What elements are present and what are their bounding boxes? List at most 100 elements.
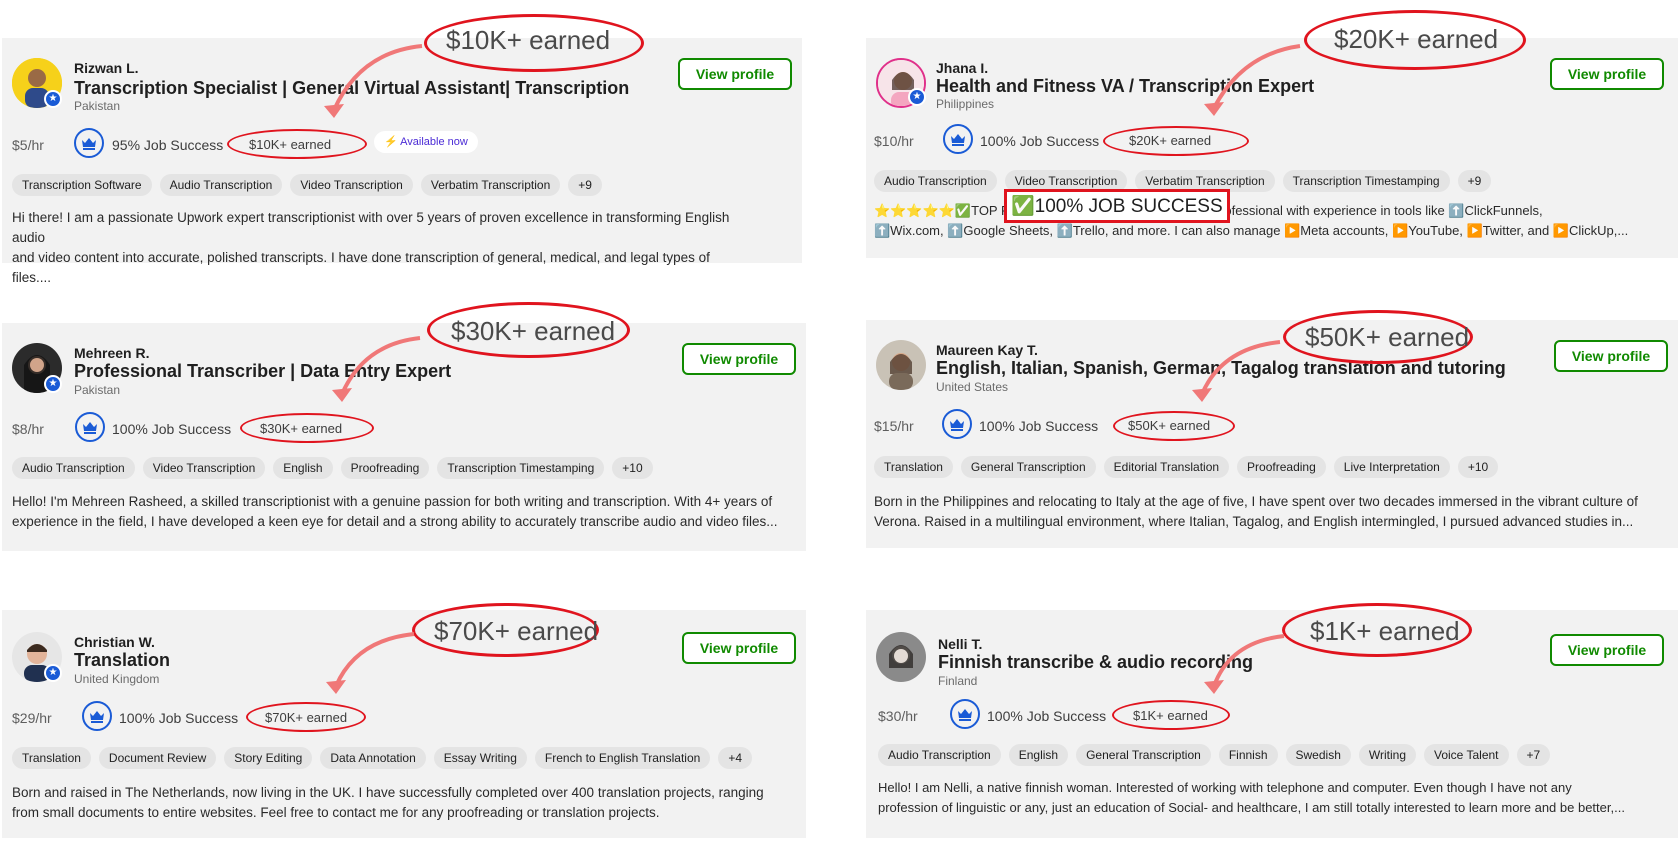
view-profile-button[interactable]: View profile: [1554, 340, 1668, 372]
skill-chip[interactable]: General Transcription: [960, 456, 1096, 478]
profile-description: Born and raised in The Netherlands, now …: [12, 783, 802, 823]
more-skills-chip[interactable]: +10: [1457, 456, 1499, 478]
star-badge-icon: ★: [44, 90, 62, 108]
skill-chip[interactable]: Transcription Software: [12, 174, 152, 196]
hourly-rate: $5/hr: [12, 137, 44, 153]
description-line: Verona. Raised in a multilingual environ…: [874, 514, 1634, 529]
curved-arrow-icon: [332, 336, 421, 402]
skill-chip[interactable]: Writing: [1358, 744, 1416, 766]
callout-text: $10K+ earned: [446, 25, 611, 55]
avatar[interactable]: [876, 632, 926, 682]
skill-chip[interactable]: Video Transcription: [142, 457, 266, 479]
more-skills-chip[interactable]: +7: [1516, 744, 1551, 766]
view-profile-button[interactable]: View profile: [678, 58, 792, 90]
freelancer-name[interactable]: Christian W.: [74, 634, 155, 650]
earned-highlight-ellipse: [1113, 411, 1235, 441]
star-badge-icon: ★: [44, 664, 62, 682]
job-success-ring: [74, 128, 104, 158]
freelancer-title[interactable]: Translation: [74, 650, 170, 671]
freelancer-name[interactable]: Mehreen R.: [74, 345, 149, 361]
skills-list: Translation Document Review Story Editin…: [12, 747, 752, 769]
job-success-ring: [82, 701, 112, 731]
more-skills-chip[interactable]: +10: [612, 457, 653, 479]
skill-chip[interactable]: Translation: [12, 747, 91, 769]
job-success-text: 100% Job Success: [119, 710, 239, 726]
skill-chip[interactable]: Story Editing: [224, 747, 313, 769]
callout-text: $70K+ earned: [434, 616, 599, 646]
skill-chip[interactable]: Finnish: [1218, 744, 1278, 766]
star-badge-icon: ★: [908, 88, 926, 106]
job-success-ring: [75, 412, 105, 442]
skill-chip[interactable]: French to English Translation: [534, 747, 711, 769]
profile-description: Hello! I am Nelli, a native finnish woma…: [878, 778, 1674, 818]
star-badge-icon: ★: [44, 375, 62, 393]
freelancer-name[interactable]: Nelli T.: [938, 636, 982, 652]
curved-arrow-icon: [1204, 634, 1285, 694]
callout-text: $30K+ earned: [451, 316, 616, 346]
skill-chip[interactable]: Transcription Timestamping: [437, 457, 605, 479]
skill-chip[interactable]: Swedish: [1285, 744, 1351, 766]
skills-list: Translation General Transcription Editor…: [874, 456, 1499, 478]
skill-chip[interactable]: Proofreading: [1237, 456, 1326, 478]
skill-chip[interactable]: General Transcription: [1076, 744, 1211, 766]
skill-chip[interactable]: Audio Transcription: [874, 170, 997, 192]
crown-icon: [83, 422, 97, 434]
freelancer-country: Philippines: [936, 97, 995, 111]
skills-list: Transcription Software Audio Transcripti…: [12, 174, 602, 196]
skill-chip[interactable]: Voice Talent: [1424, 744, 1509, 766]
skill-chip[interactable]: Proofreading: [340, 457, 430, 479]
skill-chip[interactable]: Transcription Timestamping: [1282, 170, 1450, 192]
earned-highlight-ellipse: [1103, 126, 1249, 156]
view-profile-button[interactable]: View profile: [1550, 58, 1664, 90]
skill-chip[interactable]: English: [273, 457, 333, 479]
description-line: and video content into accurate, polishe…: [12, 250, 710, 285]
more-skills-chip[interactable]: +9: [1457, 170, 1492, 192]
skill-chip[interactable]: Essay Writing: [433, 747, 527, 769]
job-success-text: 100% Job Success: [980, 133, 1100, 149]
hourly-rate: $30/hr: [878, 708, 918, 724]
avatar[interactable]: [876, 340, 926, 390]
description-line: from small documents to entire websites.…: [12, 805, 660, 820]
freelancer-country: Finland: [938, 674, 978, 688]
crown-icon: [950, 419, 964, 431]
skill-chip[interactable]: Data Annotation: [320, 747, 426, 769]
view-profile-button[interactable]: View profile: [682, 343, 796, 375]
curved-arrow-icon: [324, 44, 423, 118]
freelancer-country: Pakistan: [74, 99, 121, 113]
more-skills-chip[interactable]: +9: [568, 174, 602, 196]
skill-chip[interactable]: Verbatim Transcription: [420, 174, 561, 196]
freelancer-country: United Kingdom: [74, 672, 160, 686]
skill-chip[interactable]: Live Interpretation: [1333, 456, 1450, 478]
freelancer-name[interactable]: Jhana I.: [936, 60, 988, 76]
skill-chip[interactable]: Editorial Translation: [1103, 456, 1230, 478]
skill-chip[interactable]: Audio Transcription: [159, 174, 283, 196]
view-profile-button[interactable]: View profile: [1550, 634, 1664, 666]
hourly-rate: $8/hr: [12, 421, 44, 437]
description-line: experience in the field, I have develope…: [12, 514, 778, 529]
skill-chip[interactable]: Audio Transcription: [12, 457, 135, 479]
skill-chip[interactable]: Translation: [874, 456, 953, 478]
callout-text: $50K+ earned: [1305, 322, 1470, 352]
job-success-text: 95% Job Success: [112, 137, 224, 153]
skill-chip[interactable]: Document Review: [98, 747, 217, 769]
more-skills-chip[interactable]: +4: [718, 747, 752, 769]
hourly-rate: $10/hr: [874, 133, 914, 149]
view-profile-button[interactable]: View profile: [682, 632, 796, 664]
freelancer-country: United States: [936, 380, 1009, 394]
crown-icon: [90, 711, 104, 723]
skill-chip[interactable]: English: [1008, 744, 1069, 766]
description-line: profession of linguistic or any, just an…: [878, 800, 1625, 815]
job-success-text: 100% Job Success: [979, 418, 1099, 434]
description-line: Hello! I'm Mehreen Rasheed, a skilled tr…: [12, 494, 773, 509]
description-start: ⭐⭐⭐⭐⭐✅TOP RA: [874, 203, 1020, 218]
freelancer-name[interactable]: Rizwan L.: [74, 60, 139, 76]
job-success-ring: [950, 699, 980, 729]
job-success-highlight-box: ✅100% JOB SUCCESS: [1004, 189, 1230, 223]
profile-description: ⭐⭐⭐⭐⭐✅TOP RA tech-savvy professional with…: [874, 201, 1674, 241]
skill-chip[interactable]: Video Transcription: [290, 174, 413, 196]
callout-text: $1K+ earned: [1310, 616, 1460, 646]
curved-arrow-icon: [326, 632, 415, 694]
freelancer-name[interactable]: Maureen Kay T.: [936, 342, 1038, 358]
skill-chip[interactable]: Audio Transcription: [878, 744, 1001, 766]
hourly-rate: $29/hr: [12, 710, 52, 726]
